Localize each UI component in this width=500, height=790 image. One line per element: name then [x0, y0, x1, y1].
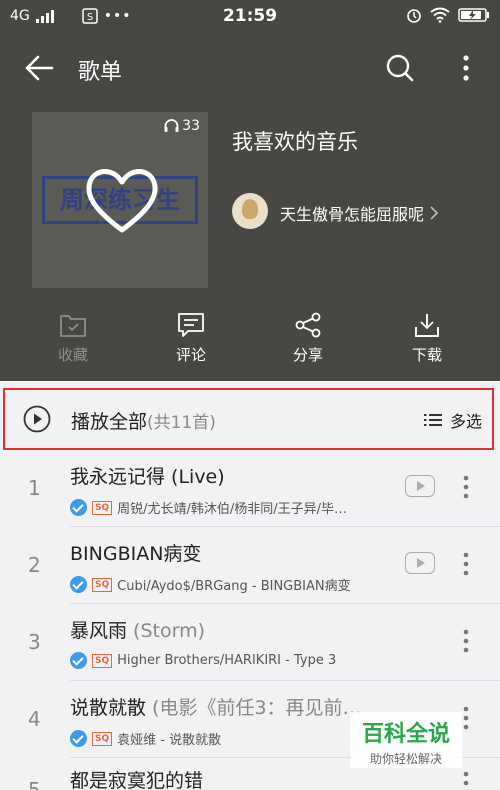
alarm-icon	[407, 9, 421, 23]
song-count: (共11首)	[147, 413, 216, 433]
song-artist: Cubi/Aydo$/BRGang - BINGBIAN病变	[117, 579, 351, 594]
song-meta: SQ Cubi/Aydo$/BRGang - BINGBIAN病变	[70, 575, 351, 594]
share-icon	[295, 312, 321, 338]
play-circle-icon[interactable]	[23, 405, 51, 433]
multi-select-button[interactable]: 多选	[423, 408, 482, 432]
verified-check-icon	[70, 576, 87, 593]
sq-badge: SQ	[92, 500, 113, 515]
song-subtitle: (Storm)	[127, 620, 206, 642]
chevron-right-icon	[430, 206, 439, 220]
song-index: 1	[28, 476, 41, 500]
song-subtitle: (电影《前任3：再见前…	[146, 697, 362, 719]
song-meta: SQ Higher Brothers/HARIKIRI - Type 3	[70, 652, 336, 669]
song-more-icon[interactable]	[462, 705, 470, 731]
play-count: 33	[164, 118, 200, 134]
song-title-text: 暴风雨	[70, 620, 128, 642]
headphones-icon	[164, 119, 179, 132]
song-title: 都是寂寞犯的错	[70, 766, 203, 790]
heart-icon	[86, 169, 158, 233]
play-count-value: 33	[182, 118, 200, 134]
sq-badge: SQ	[92, 577, 113, 592]
comment-label: 评论	[175, 346, 206, 364]
mv-play-icon[interactable]	[405, 552, 435, 574]
song-meta: SQ 周锐/尤长靖/韩沐伯/杨非同/王子异/毕…	[70, 498, 347, 517]
collect-label: 收藏	[57, 346, 88, 364]
song-artist: 周锐/尤长靖/韩沐伯/杨非同/王子异/毕…	[117, 502, 348, 517]
song-title-text: 我永远记得 (Live)	[70, 466, 225, 488]
download-button[interactable]: 下载	[387, 312, 467, 365]
song-row[interactable]: 3 暴风雨 (Storm) SQ Higher Brothers/HARIKIR…	[0, 604, 500, 681]
song-more-icon[interactable]	[462, 770, 470, 790]
battery-icon	[458, 8, 489, 22]
creator-avatar[interactable]	[232, 193, 268, 229]
status-bar: 4G S ••• 21:59	[0, 0, 500, 36]
watermark: 百科全说 助你轻松解决	[350, 712, 462, 768]
song-title: 我永远记得 (Live)	[70, 462, 225, 489]
song-artist: 袁娅维 - 说散就散	[117, 733, 222, 748]
verified-check-icon	[70, 652, 87, 669]
song-more-icon[interactable]	[462, 551, 470, 577]
list-icon	[423, 414, 442, 426]
song-artist: Higher Brothers/HARIKIRI - Type 3	[117, 653, 337, 668]
search-icon[interactable]	[386, 54, 414, 82]
share-label: 分享	[292, 346, 323, 364]
song-more-icon[interactable]	[462, 628, 470, 654]
verified-check-icon	[70, 730, 87, 747]
wifi-icon	[430, 7, 450, 23]
song-title-text: 说散就散	[70, 697, 147, 719]
mv-play-icon[interactable]	[405, 475, 435, 497]
song-meta: SQ 袁娅维 - 说散就散	[70, 729, 221, 748]
multi-select-label: 多选	[449, 412, 482, 431]
back-arrow-icon[interactable]	[24, 54, 54, 82]
song-title-text: BINGBIAN病变	[70, 543, 202, 565]
collect-icon	[60, 315, 86, 337]
more-vert-icon[interactable]	[458, 53, 474, 83]
play-all-label[interactable]: 播放全部(共11首)	[71, 407, 216, 434]
song-title: 说散就散 (电影《前任3：再见前…	[70, 693, 362, 720]
sq-badge: SQ	[92, 731, 113, 746]
song-more-icon[interactable]	[462, 474, 470, 500]
song-title-text: 都是寂寞犯的错	[70, 770, 204, 790]
song-title: 暴风雨 (Storm)	[70, 616, 205, 643]
song-index: 4	[28, 707, 41, 731]
song-index: 3	[28, 630, 41, 654]
playlist-title: 我喜欢的音乐	[232, 130, 358, 154]
action-bar: 收藏 评论 分享 下载	[0, 312, 500, 374]
play-all-text: 播放全部	[71, 411, 148, 433]
page-title: 歌单	[78, 60, 123, 85]
comment-button[interactable]: 评论	[151, 312, 231, 365]
watermark-title: 百科全说	[361, 722, 450, 747]
watermark-subtitle: 助你轻松解决	[369, 752, 442, 766]
nav-bar: 歌单	[0, 40, 500, 96]
creator-link[interactable]: 天生傲骨怎能屈服呢	[280, 201, 439, 225]
song-row[interactable]: 1 我永远记得 (Live) SQ 周锐/尤长靖/韩沐伯/杨非同/王子异/毕…	[0, 450, 500, 527]
play-all-bar[interactable]: 播放全部(共11首) 多选	[3, 388, 494, 450]
song-title: BINGBIAN病变	[70, 539, 201, 566]
creator-name: 天生傲骨怎能屈服呢	[280, 205, 425, 224]
playlist-cover[interactable]: 周深练习生 33	[32, 112, 208, 288]
playlist-header: 4G S ••• 21:59 歌单 周深练习生 33 我喜欢的音乐 天生傲骨怎能…	[0, 0, 500, 381]
comment-icon	[178, 313, 204, 337]
song-index: 2	[28, 553, 41, 577]
sq-badge: SQ	[92, 653, 113, 668]
song-row[interactable]: 2 BINGBIAN病变 SQ Cubi/Aydo$/BRGang - BING…	[0, 527, 500, 604]
share-button[interactable]: 分享	[268, 312, 348, 365]
song-index: 5	[28, 778, 41, 790]
collect-button[interactable]: 收藏	[33, 312, 113, 365]
download-icon	[415, 314, 439, 337]
verified-check-icon	[70, 499, 87, 516]
download-label: 下载	[411, 346, 442, 364]
